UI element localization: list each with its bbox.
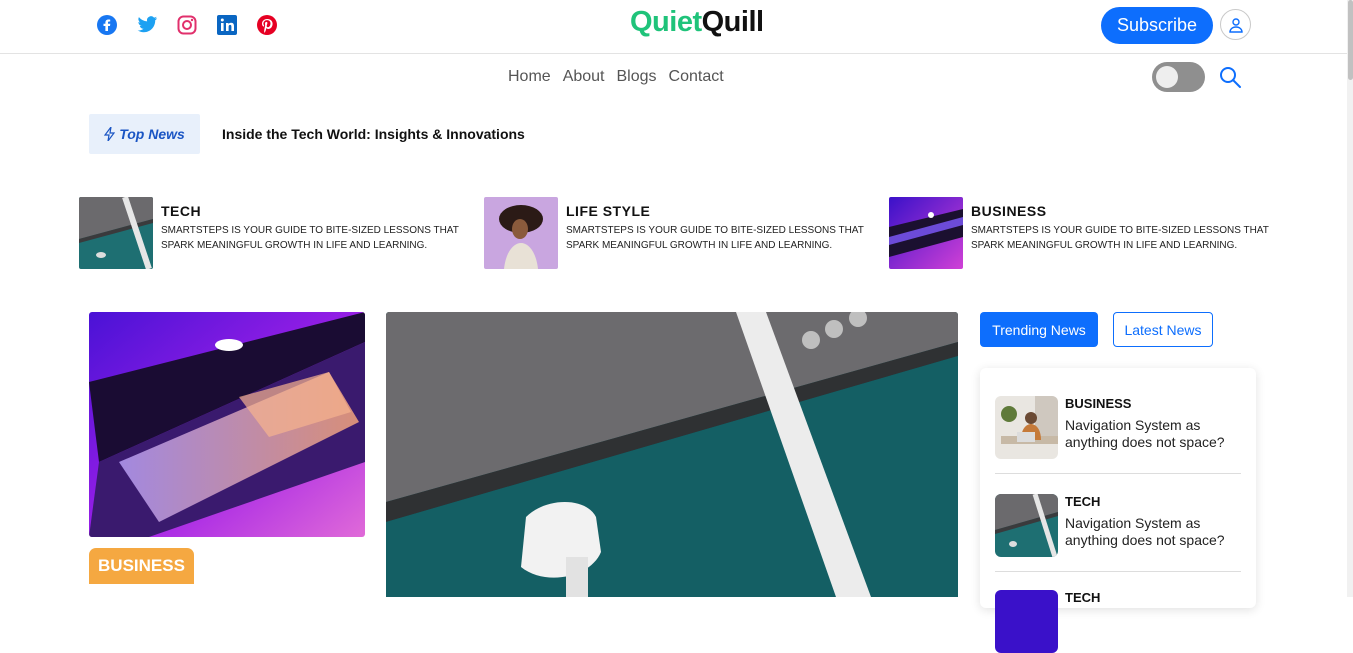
main-nav: Home About Blogs Contact	[508, 68, 724, 86]
user-account-button[interactable]	[1220, 9, 1251, 40]
nav-blogs[interactable]: Blogs	[617, 68, 657, 86]
logo-part-quiet: Quiet	[630, 6, 702, 38]
logo-part-quill: Quill	[701, 6, 764, 38]
featured-category-badge[interactable]: BUSINESS	[89, 548, 194, 584]
search-button[interactable]	[1218, 65, 1242, 89]
tab-latest-news[interactable]: Latest News	[1113, 312, 1213, 347]
trending-thumb	[995, 590, 1058, 653]
dark-mode-toggle[interactable]	[1152, 62, 1205, 92]
toggle-knob	[1156, 66, 1178, 88]
page-scrollbar[interactable]	[1347, 0, 1353, 597]
trending-category: BUSINESS	[1065, 396, 1132, 411]
trending-title: Navigation System as anything does not s…	[1065, 417, 1225, 450]
linkedin-icon[interactable]	[216, 14, 238, 36]
category-thumb-lifestyle	[484, 197, 558, 269]
trending-thumb	[995, 396, 1058, 459]
user-icon	[1228, 17, 1243, 33]
featured-title-cut	[89, 588, 289, 597]
instagram-icon[interactable]	[176, 14, 198, 36]
nav-about[interactable]: About	[563, 68, 605, 86]
site-logo[interactable]: QuietQuill	[630, 6, 764, 39]
ticker-headline[interactable]: Inside the Tech World: Insights & Innova…	[222, 126, 525, 142]
nav-contact[interactable]: Contact	[669, 68, 724, 86]
nav-home[interactable]: Home	[508, 68, 551, 86]
subscribe-button[interactable]: Subscribe	[1101, 7, 1213, 44]
category-title: BUSINESS	[971, 203, 1047, 219]
featured-card-image[interactable]	[89, 312, 365, 537]
search-icon	[1220, 67, 1241, 88]
news-tabs: Trending News Latest News	[980, 312, 1213, 347]
lightning-icon	[104, 127, 116, 141]
category-card-tech[interactable]: TECH SmartSteps is your guide to bite-si…	[79, 197, 469, 269]
category-desc: SmartSteps is your guide to bite-sized l…	[566, 225, 864, 251]
category-thumb-tech	[79, 197, 153, 269]
twitter-icon[interactable]	[136, 14, 158, 36]
facebook-icon[interactable]	[96, 14, 118, 36]
category-title: TECH	[161, 203, 202, 219]
category-card-business[interactable]: BUSINESS SmartSteps is your guide to bit…	[889, 197, 1279, 269]
category-card-lifestyle[interactable]: LIFE STYLE SmartSteps is your guide to b…	[484, 197, 874, 269]
category-thumb-business	[889, 197, 963, 269]
trending-news-panel: BUSINESS Navigation System as anything d…	[980, 368, 1256, 653]
top-news-text: Top News	[119, 126, 185, 142]
pinterest-icon[interactable]	[256, 14, 278, 36]
category-desc: SmartSteps is your guide to bite-sized l…	[971, 225, 1269, 251]
social-links	[96, 14, 278, 36]
divider	[995, 473, 1241, 474]
trending-category: TECH	[1065, 590, 1101, 605]
trending-title: Navigation System as anything does not s…	[1065, 515, 1225, 548]
scrollbar-thumb[interactable]	[1348, 0, 1353, 80]
category-desc: SmartSteps is your guide to bite-sized l…	[161, 225, 459, 251]
tab-trending-news[interactable]: Trending News	[980, 312, 1098, 347]
top-bar: QuietQuill Subscribe	[0, 0, 1353, 54]
category-title: LIFE STYLE	[566, 203, 651, 219]
hero-image[interactable]	[386, 312, 958, 597]
top-news-label: Top News	[89, 114, 200, 154]
trending-category: TECH	[1065, 494, 1101, 509]
divider	[995, 571, 1241, 572]
trending-thumb	[995, 494, 1058, 557]
